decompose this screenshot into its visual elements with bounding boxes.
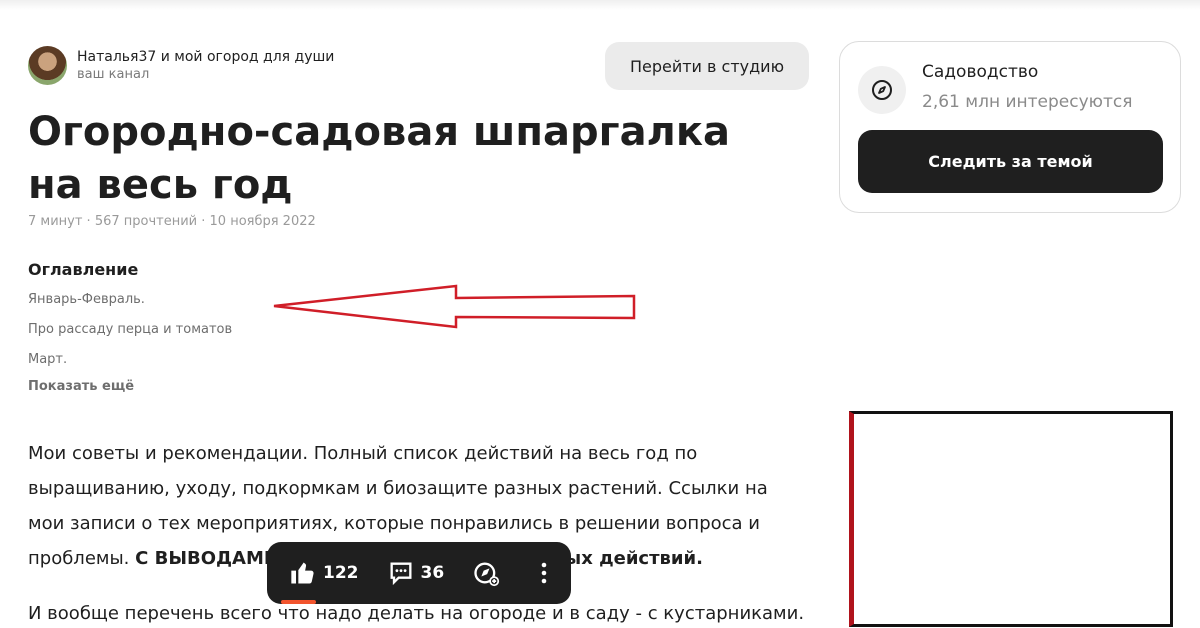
table-of-contents: Январь-Февраль. Про рассаду перца и тома… bbox=[28, 290, 232, 380]
toc-heading: Оглавление bbox=[28, 260, 139, 279]
toc-item-jan-feb[interactable]: Январь-Февраль. bbox=[28, 290, 232, 320]
floating-action-bar: 122 36 bbox=[267, 542, 571, 604]
top-shadow bbox=[0, 0, 1200, 10]
toc-item-seedlings[interactable]: Про рассаду перца и томатов bbox=[28, 320, 232, 350]
topic-followers: 2,61 млн интересуются bbox=[922, 92, 1133, 112]
ad-placeholder bbox=[849, 411, 1173, 627]
go-to-studio-button[interactable]: Перейти в студию bbox=[605, 42, 809, 90]
reading-progress bbox=[281, 600, 316, 604]
comments-button[interactable]: 36 bbox=[387, 559, 445, 587]
channel-text: Наталья37 и мой огород для души ваш кана… bbox=[77, 48, 334, 83]
comments-count: 36 bbox=[420, 563, 445, 583]
channel-name[interactable]: Наталья37 и мой огород для души bbox=[77, 48, 334, 66]
compass-icon bbox=[872, 80, 892, 100]
more-icon bbox=[541, 562, 547, 584]
article-meta: 7 минут · 567 прочтений · 10 ноября 2022 bbox=[28, 214, 316, 229]
red-arrow-annotation bbox=[273, 284, 636, 329]
channel-header[interactable]: Наталья37 и мой огород для души ваш кана… bbox=[28, 46, 334, 85]
toc-item-march[interactable]: Март. bbox=[28, 350, 232, 380]
channel-subtitle: ваш канал bbox=[77, 67, 150, 82]
comment-icon bbox=[390, 562, 411, 586]
likes-count: 122 bbox=[323, 563, 359, 583]
topic-card: Садоводство 2,61 млн интересуются Следит… bbox=[839, 41, 1181, 213]
follow-topic-button[interactable]: Следить за темой bbox=[858, 130, 1163, 193]
channel-avatar[interactable] bbox=[28, 46, 67, 85]
topic-name[interactable]: Садоводство bbox=[922, 62, 1038, 82]
toc-show-more[interactable]: Показать ещё bbox=[28, 379, 134, 394]
more-options-button[interactable] bbox=[534, 559, 560, 587]
article-title: Огородно-садовая шпаргалка на весь год bbox=[28, 109, 730, 208]
share-button[interactable] bbox=[472, 559, 506, 587]
share-icon bbox=[474, 562, 500, 587]
like-button[interactable]: 122 bbox=[289, 559, 359, 587]
like-icon bbox=[291, 562, 314, 584]
topic-icon bbox=[858, 66, 906, 114]
